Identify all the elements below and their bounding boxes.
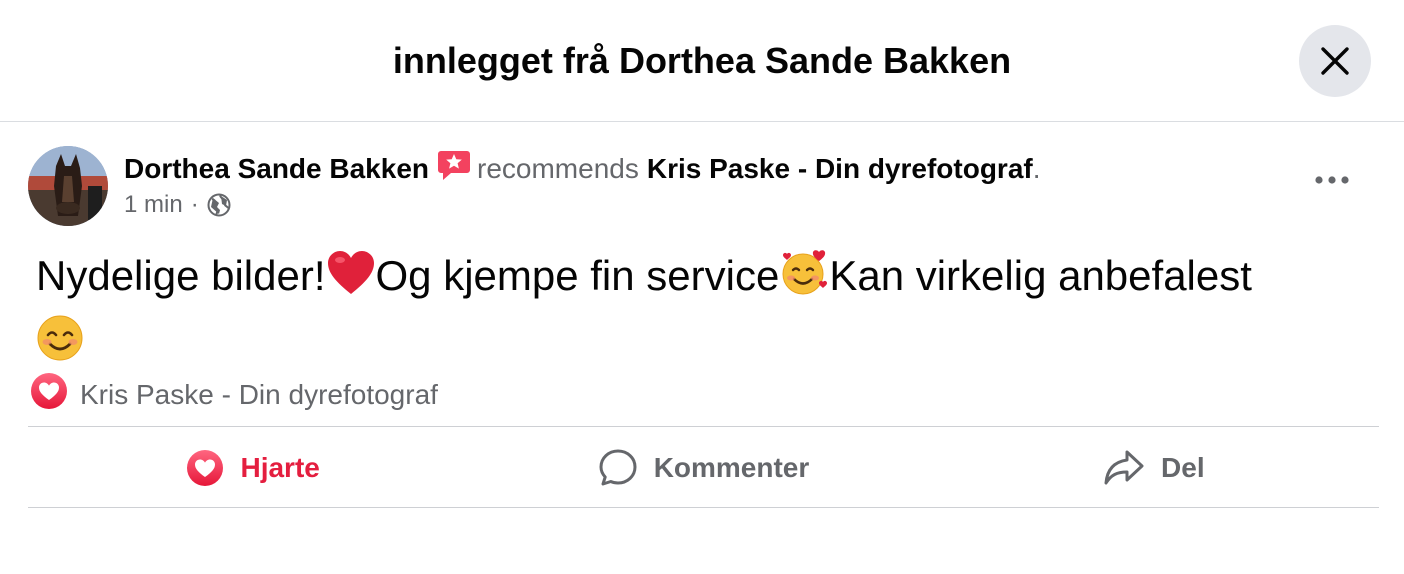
more-options-button[interactable] [1312, 160, 1352, 200]
love-button[interactable]: Hjarte [28, 428, 478, 508]
author-line: Dorthea Sande Bakken recommends Kris Pas… [124, 149, 1041, 189]
meta-separator: · [190, 191, 199, 218]
page-name-suffix: . [1032, 153, 1041, 184]
dialog-header: innlegget frå Dorthea Sande Bakken [0, 0, 1404, 122]
post-meta: 1 min · [124, 189, 231, 221]
comment-label: Kommenter [653, 452, 810, 483]
divider-top [28, 426, 1379, 427]
comment-button[interactable]: Kommenter [478, 428, 928, 508]
heart-reaction-icon [30, 372, 68, 417]
share-button[interactable]: Del [929, 428, 1379, 508]
author-avatar[interactable] [28, 146, 108, 226]
recommendation-icon [437, 149, 471, 189]
action-bar: Hjarte Kommenter Del [28, 428, 1379, 508]
love-label: Hjarte [240, 452, 320, 483]
divider-bottom [28, 507, 1379, 508]
smiling-face-emoji [36, 314, 84, 374]
reaction-summary[interactable]: Kris Paske - Din dyrefotograf [30, 372, 438, 417]
dialog-title: innlegget frå Dorthea Sande Bakken [392, 40, 1012, 81]
heart-icon [187, 450, 224, 486]
post-time[interactable]: 1 min [124, 189, 183, 221]
smiling-face-with-hearts-emoji [779, 248, 829, 308]
comment-icon [599, 449, 637, 486]
author-name[interactable]: Dorthea Sande Bakken [124, 152, 429, 186]
page-name-link[interactable]: Kris Paske - Din dyrefotograf [647, 152, 1033, 186]
post-text-part1: Nydelige bilder! [36, 252, 326, 299]
post-text-part2: Og kjempe fin service [375, 252, 780, 299]
recommends-text: recommends [477, 153, 639, 184]
close-icon [1321, 47, 1349, 75]
close-button[interactable] [1299, 25, 1371, 97]
globe-icon[interactable] [207, 193, 231, 217]
reactor-name: Kris Paske - Din dyrefotograf [80, 378, 438, 410]
post-body: Nydelige bilder! Og kjempe fin service Kan… [36, 248, 1386, 374]
share-icon [1104, 450, 1144, 485]
share-label: Del [1161, 452, 1205, 483]
post-text-part3: Kan virkelig anbefalest [829, 252, 1252, 299]
heart-emoji [326, 250, 376, 308]
more-options-icon [1315, 176, 1349, 184]
post-dialog: innlegget frå Dorthea Sande Bakken Dorth… [0, 0, 1404, 574]
